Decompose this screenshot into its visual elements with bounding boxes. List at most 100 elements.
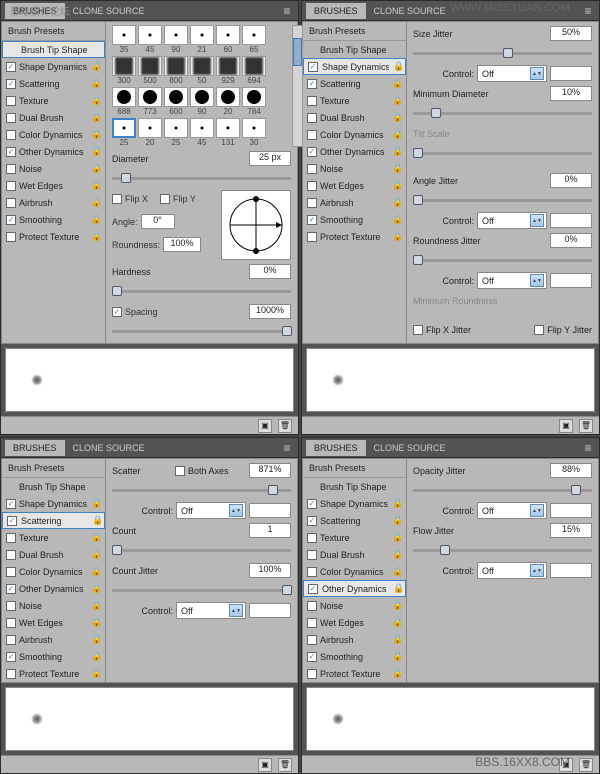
sidebar-brush-tip[interactable]: Brush Tip Shape: [2, 478, 105, 495]
sidebar-scattering[interactable]: ✓Scattering🔒: [303, 512, 406, 529]
sidebar-wet-edges[interactable]: Wet Edges🔒: [303, 614, 406, 631]
count-jitter-slider[interactable]: [112, 589, 291, 592]
brush-thumb[interactable]: 45: [138, 25, 162, 54]
tab-clone[interactable]: CLONE SOURCE: [366, 3, 454, 19]
brush-thumb[interactable]: 300: [112, 56, 136, 85]
brush-thumb[interactable]: 20: [138, 118, 162, 147]
brush-thumb[interactable]: 694: [242, 56, 266, 85]
opacity-control-select[interactable]: Off▲▼: [477, 502, 547, 519]
brush-thumb[interactable]: 45: [190, 118, 214, 147]
delete-icon[interactable]: 🗑: [278, 758, 292, 772]
brush-presets-header[interactable]: Brush Presets: [303, 459, 406, 478]
min-dia-slider[interactable]: [413, 112, 592, 115]
delete-icon[interactable]: 🗑: [579, 758, 593, 772]
hardness-input[interactable]: 0%: [249, 264, 291, 279]
count-slider[interactable]: [112, 549, 291, 552]
tab-clone[interactable]: CLONE SOURCE: [366, 440, 454, 456]
sidebar-protect-texture[interactable]: Protect Texture🔒: [2, 228, 105, 245]
sidebar-texture[interactable]: Texture🔒: [303, 529, 406, 546]
sidebar-texture[interactable]: Texture🔒: [303, 92, 406, 109]
brush-thumbs-grid[interactable]: 3545902160653005008005092969468877360090…: [112, 25, 277, 147]
sidebar-color-dynamics[interactable]: Color Dynamics🔒: [2, 126, 105, 143]
checkbox-icon[interactable]: [6, 198, 16, 208]
new-preset-icon[interactable]: ▣: [258, 419, 272, 433]
opacity-slider[interactable]: [413, 489, 592, 492]
sidebar-color-dynamics[interactable]: Color Dynamics🔒: [303, 126, 406, 143]
sidebar-noise[interactable]: Noise🔒: [2, 597, 105, 614]
checkbox-icon[interactable]: [6, 130, 16, 140]
brush-thumb[interactable]: 131: [216, 118, 240, 147]
sidebar-brush-tip[interactable]: Brush Tip Shape: [2, 41, 105, 58]
sidebar-airbrush[interactable]: Airbrush🔒: [2, 631, 105, 648]
tab-brushes[interactable]: BRUSHES: [306, 3, 366, 19]
checkbox-icon[interactable]: [6, 232, 16, 242]
delete-icon[interactable]: 🗑: [278, 419, 292, 433]
hardness-slider[interactable]: [112, 290, 291, 293]
opacity-jitter-input[interactable]: 88%: [550, 463, 592, 478]
tab-clone[interactable]: CLONE SOURCE: [65, 3, 153, 19]
sidebar-wet-edges[interactable]: Wet Edges🔒: [2, 177, 105, 194]
size-control-value[interactable]: [550, 66, 592, 81]
angle-jitter-input[interactable]: 0%: [550, 173, 592, 188]
brush-thumb[interactable]: 500: [138, 56, 162, 85]
sidebar-noise[interactable]: Noise🔒: [303, 160, 406, 177]
brush-thumb[interactable]: 20: [216, 87, 240, 116]
scatter-control-select[interactable]: Off▲▼: [176, 502, 246, 519]
tab-brushes[interactable]: BRUSHES: [5, 440, 65, 456]
brush-presets-header[interactable]: Brush Presets: [2, 22, 105, 41]
brush-thumb[interactable]: 929: [216, 56, 240, 85]
panel-menu-icon[interactable]: ≡: [581, 4, 595, 18]
delete-icon[interactable]: 🗑: [579, 419, 593, 433]
sidebar-shape-dynamics[interactable]: ✓Shape Dynamics🔒: [2, 495, 105, 512]
sidebar-airbrush[interactable]: Airbrush🔒: [2, 194, 105, 211]
both-axes-checkbox[interactable]: [175, 466, 185, 476]
sidebar-shape-dynamics[interactable]: ✓Shape Dynamics🔒: [2, 58, 105, 75]
sidebar-shape-dynamics[interactable]: ✓Shape Dynamics🔒: [303, 495, 406, 512]
roundness-jitter-slider[interactable]: [413, 259, 592, 262]
roundness-control-select[interactable]: Off▲▼: [477, 272, 547, 289]
sidebar-scattering[interactable]: ✓Scattering🔒: [303, 75, 406, 92]
flipx-jitter-checkbox[interactable]: [413, 325, 423, 335]
size-control-select[interactable]: Off▲▼: [477, 65, 547, 82]
count-input[interactable]: 1: [249, 523, 291, 538]
checkbox-icon[interactable]: ✓: [6, 79, 16, 89]
brush-thumb[interactable]: 773: [138, 87, 162, 116]
brush-thumb[interactable]: 30: [242, 118, 266, 147]
sidebar-texture[interactable]: Texture🔒: [2, 529, 105, 546]
sidebar-dual-brush[interactable]: Dual Brush🔒: [2, 546, 105, 563]
checkbox-icon[interactable]: [6, 164, 16, 174]
sidebar-texture[interactable]: Texture🔒: [2, 92, 105, 109]
tilt-slider[interactable]: [413, 152, 592, 155]
sidebar-protect-texture[interactable]: Protect Texture🔒: [2, 665, 105, 682]
scatter-input[interactable]: 871%: [249, 463, 291, 478]
sidebar-other-dynamics[interactable]: ✓Other Dynamics🔒: [303, 143, 406, 160]
panel-menu-icon[interactable]: ≡: [280, 441, 294, 455]
sidebar-airbrush[interactable]: Airbrush🔒: [303, 631, 406, 648]
brush-thumb[interactable]: 800: [164, 56, 188, 85]
angle-input[interactable]: 0°: [141, 214, 175, 229]
roundness-jitter-input[interactable]: 0%: [550, 233, 592, 248]
sidebar-shape-dynamics[interactable]: ✓Shape Dynamics🔒: [303, 58, 406, 75]
brush-thumb[interactable]: 90: [190, 87, 214, 116]
brush-thumb[interactable]: 25: [112, 118, 136, 147]
brush-thumb[interactable]: 35: [112, 25, 136, 54]
new-preset-icon[interactable]: ▣: [559, 419, 573, 433]
panel-menu-icon[interactable]: ≡: [581, 441, 595, 455]
checkbox-icon[interactable]: [6, 96, 16, 106]
angle-jitter-slider[interactable]: [413, 199, 592, 202]
sidebar-smoothing[interactable]: ✓Smoothing🔒: [2, 211, 105, 228]
sidebar-protect-texture[interactable]: Protect Texture🔒: [303, 665, 406, 682]
sidebar-smoothing[interactable]: ✓Smoothing🔒: [303, 648, 406, 665]
diameter-input[interactable]: 25 px: [249, 151, 291, 166]
sidebar-brush-tip[interactable]: Brush Tip Shape: [303, 41, 406, 58]
checkbox-icon[interactable]: ✓: [6, 215, 16, 225]
panel-menu-icon[interactable]: ≡: [280, 4, 294, 18]
brush-presets-header[interactable]: Brush Presets: [2, 459, 105, 478]
flow-slider[interactable]: [413, 549, 592, 552]
thumbs-scrollbar[interactable]: [292, 25, 303, 147]
spacing-checkbox[interactable]: ✓: [112, 307, 122, 317]
checkbox-icon[interactable]: [6, 181, 16, 191]
diameter-slider[interactable]: [112, 177, 291, 180]
sidebar-wet-edges[interactable]: Wet Edges🔒: [303, 177, 406, 194]
sidebar-wet-edges[interactable]: Wet Edges🔒: [2, 614, 105, 631]
